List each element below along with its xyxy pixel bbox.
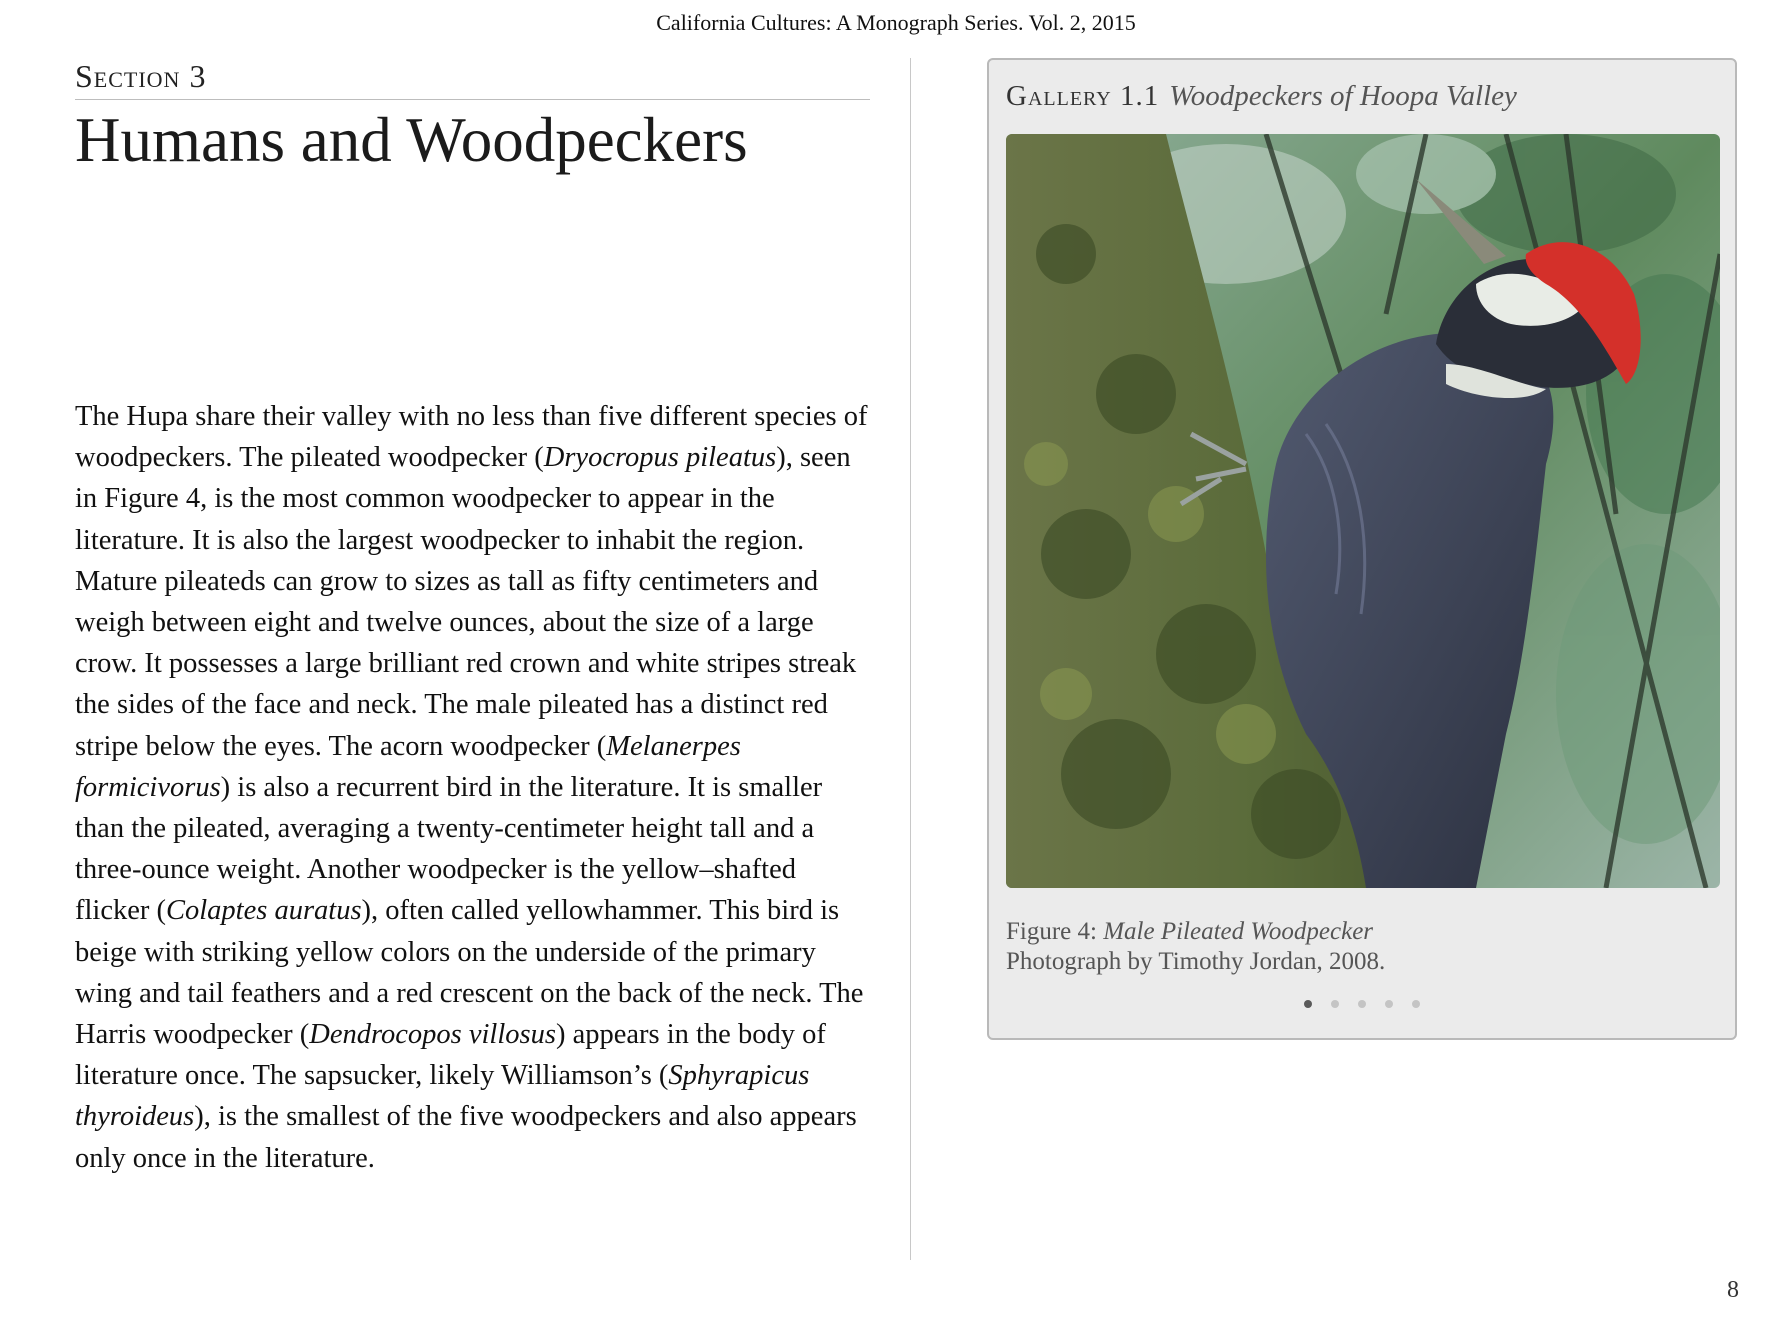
species-name: Dendrocopos villosus (309, 1019, 556, 1051)
body-text-segment: ), seen in Figure 4, is the most common … (75, 442, 857, 762)
woodpecker-photo-image (1006, 134, 1720, 888)
gallery-widget: Gallery 1.1 Woodpeckers of Hoopa Valley (987, 58, 1737, 1040)
gallery-subtitle: Woodpeckers of Hoopa Valley (1169, 80, 1517, 112)
species-name: Dryocropus pileatus (543, 442, 777, 474)
figure-caption: Figure 4: Male Pileated Woodpecker Photo… (1006, 917, 1706, 977)
column-divider (910, 58, 911, 1260)
gallery-header: Gallery 1.1 Woodpeckers of Hoopa Valley (1006, 80, 1517, 113)
section-header: Section 3 Humans and Woodpeckers (75, 58, 870, 175)
page-title: Humans and Woodpeckers (75, 105, 748, 175)
caption-title: Male Pileated Woodpecker (1103, 918, 1374, 945)
caption-title-line: Figure 4: Male Pileated Woodpecker (1006, 917, 1706, 947)
gallery-dot-1[interactable] (1304, 1000, 1312, 1008)
gallery-dot-4[interactable] (1385, 1000, 1393, 1008)
gallery-pagination (989, 1000, 1735, 1008)
caption-credit: Photograph by Timothy Jordan, 2008. (1006, 948, 1386, 975)
page-number: 8 (1727, 1277, 1739, 1303)
species-name: Colaptes auratus (165, 895, 362, 927)
caption-prefix: Figure 4: (1006, 918, 1104, 945)
gallery-dot-3[interactable] (1358, 1000, 1366, 1008)
body-paragraph: The Hupa share their valley with no less… (75, 396, 875, 1179)
gallery-photo[interactable] (1006, 134, 1720, 888)
gallery-dot-5[interactable] (1412, 1000, 1420, 1008)
running-header: California Cultures: A Monograph Series.… (656, 10, 1136, 35)
gallery-label: Gallery 1.1 (1006, 80, 1160, 112)
gallery-dot-2[interactable] (1331, 1000, 1339, 1008)
section-label: Section 3 (75, 58, 870, 100)
